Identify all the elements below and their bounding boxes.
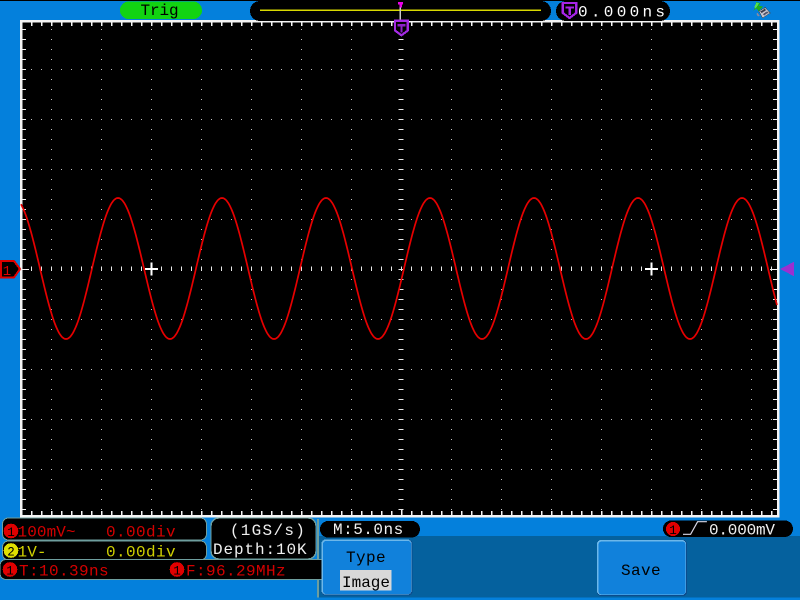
svg-text:1: 1 [173,565,181,579]
svg-text:100mV~: 100mV~ [18,524,76,542]
svg-text:2: 2 [7,546,15,560]
svg-text:1V-: 1V- [18,544,47,562]
svg-text:1: 1 [7,526,15,540]
svg-text:M:5.0ns: M:5.0ns [333,521,404,539]
svg-text:0.000ns: 0.000ns [578,4,668,22]
svg-text:(1GS/s): (1GS/s) [230,522,306,540]
svg-text:F:96.29MHz: F:96.29MHz [186,563,286,581]
svg-text:0.000mV: 0.000mV [709,522,775,540]
svg-text:0.00div: 0.00div [106,544,176,562]
svg-text:0.00div: 0.00div [106,524,176,542]
svg-text:T:10.39ns: T:10.39ns [19,563,109,581]
svg-text:1: 1 [3,264,11,280]
svg-text:Depth:10K: Depth:10K [213,541,308,559]
svg-text:Type: Type [346,549,386,567]
svg-text:1: 1 [6,565,14,579]
svg-text:Image: Image [342,574,390,592]
svg-text:Save: Save [621,562,661,580]
svg-text:Trig: Trig [140,2,178,20]
svg-text:1: 1 [669,524,677,538]
